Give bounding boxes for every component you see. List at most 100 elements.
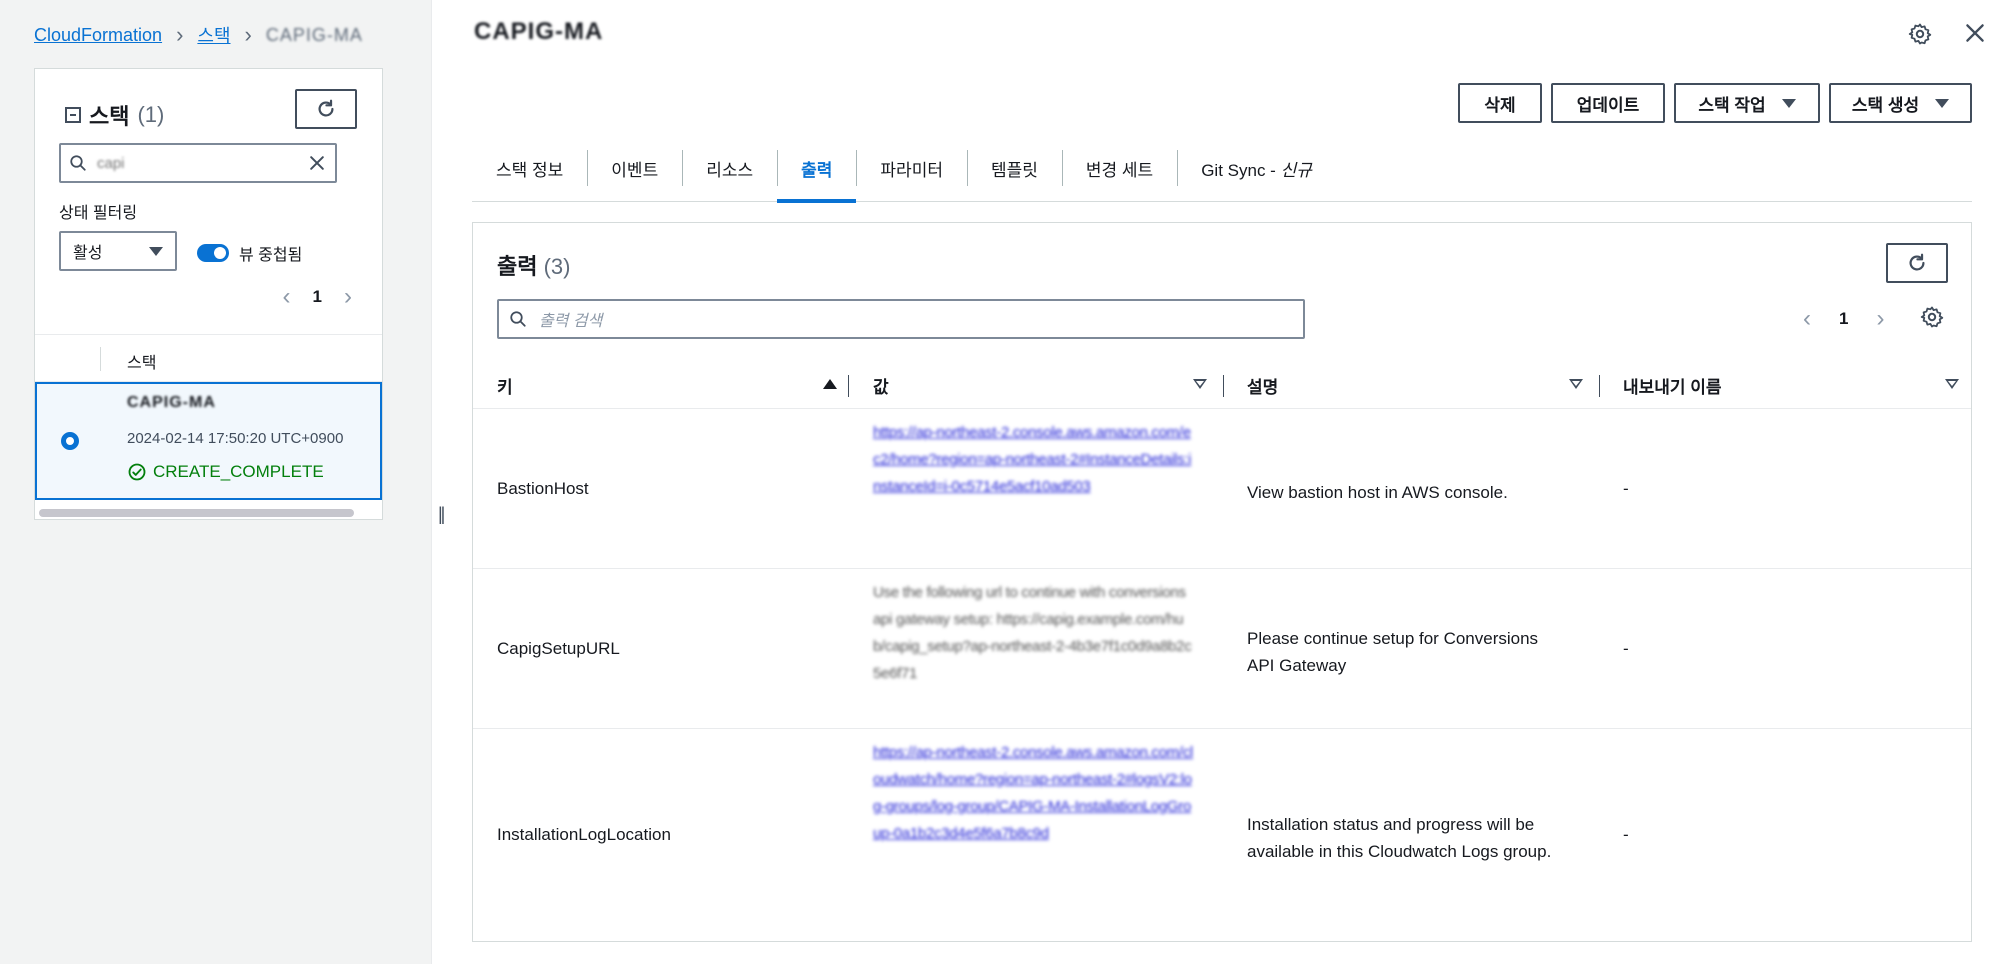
create-stack-button[interactable]: 스택 생성 [1829, 83, 1972, 123]
table-row: InstallationLogLocation https://ap-north… [473, 729, 1971, 941]
refresh-icon [1909, 253, 1925, 271]
delete-button[interactable]: 삭제 [1458, 83, 1542, 123]
gear-icon[interactable] [1908, 22, 1932, 46]
output-key: InstallationLogLocation [497, 825, 671, 844]
outputs-count: (3) [543, 254, 571, 279]
update-button[interactable]: 업데이트 [1551, 83, 1665, 123]
column-header-export-name[interactable]: 내보내기 이름 [1623, 373, 1722, 398]
tab-change-sets[interactable]: 변경 세트 [1061, 146, 1177, 202]
nested-view-label: 뷰 중첩됨 [239, 247, 303, 264]
caret-down-icon [1781, 98, 1796, 108]
caret-down-icon [1935, 98, 1950, 108]
stack-row[interactable]: CAPIG-MA 2024-02-14 17:50:20 UTC+0900 CR… [35, 382, 382, 500]
chevron-right-icon[interactable]: › [1876, 305, 1884, 333]
tab-template[interactable]: 템플릿 [966, 146, 1062, 202]
sort-icon[interactable] [1945, 379, 1959, 389]
close-icon[interactable] [1962, 20, 1988, 46]
outputs-title: 출력 [497, 254, 538, 279]
output-export-name: - [1623, 825, 1629, 844]
stack-tabs: 스택 정보 이벤트 리소스 출력 파라미터 템플릿 변경 세트 Git Sync… [472, 146, 1972, 203]
update-button-label: 업데이트 [1576, 95, 1640, 115]
sort-ascending-icon[interactable] [823, 379, 837, 389]
output-value-link[interactable]: https://ap-northeast-2.console.aws.amazo… [873, 739, 1193, 847]
column-divider[interactable] [848, 375, 849, 397]
sort-icon[interactable] [1569, 379, 1583, 389]
tab-resources[interactable]: 리소스 [682, 146, 777, 202]
refresh-stacks-button[interactable] [295, 89, 357, 129]
column-divider [100, 347, 101, 371]
tab-stack-info[interactable]: 스택 정보 [472, 146, 587, 202]
stacks-table-header: 스택 [35, 334, 382, 382]
stack-search-input[interactable]: capi [59, 143, 337, 183]
stacks-heading: 스택 (1) [65, 99, 164, 131]
tab-git-sync[interactable]: Git Sync - 신규 [1177, 146, 1336, 202]
chevron-right-icon[interactable]: › [344, 283, 352, 311]
horizontal-scrollbar[interactable] [39, 509, 354, 517]
output-export-name: - [1623, 639, 1629, 658]
create-stack-label: 스택 생성 [1851, 95, 1920, 115]
chevron-right-icon: › [244, 22, 252, 47]
refresh-icon [318, 99, 334, 117]
chevron-left-icon[interactable]: ‹ [1803, 305, 1811, 333]
nested-view-toggle-wrap: 뷰 중첩됨 [197, 241, 302, 265]
clear-icon[interactable] [307, 153, 327, 173]
outputs-heading: 출력 (3) [497, 249, 571, 281]
page-title: CAPIG-MA [474, 18, 604, 45]
outputs-table-header: 키 값 설명 내보내기 이름 [473, 363, 1971, 409]
outputs-container: 출력 (3) 출력 검색 ‹ 1 › 키 값 설명 내보내기 이름 Bastio… [472, 222, 1972, 942]
stack-name-link[interactable]: CAPIG-MA [127, 394, 216, 412]
tab-outputs[interactable]: 출력 [777, 146, 857, 203]
stack-status-text: CREATE_COMPLETE [153, 462, 324, 481]
outputs-search-input[interactable]: 출력 검색 [497, 299, 1305, 339]
refresh-outputs-button[interactable] [1886, 243, 1948, 283]
search-icon [510, 311, 526, 327]
table-row: BastionHost https://ap-northeast-2.conso… [473, 409, 1971, 569]
delete-button-label: 삭제 [1484, 95, 1516, 115]
stack-actions-button[interactable]: 스택 작업 [1674, 83, 1820, 123]
table-row: CapigSetupURL Use the following url to c… [473, 569, 1971, 729]
column-header-description[interactable]: 설명 [1247, 373, 1278, 398]
status-filter-label: 상태 필터링 [59, 205, 138, 222]
sort-icon[interactable] [1193, 379, 1207, 389]
chevron-right-icon: › [176, 22, 184, 47]
stacks-page-number[interactable]: 1 [313, 287, 322, 307]
nested-view-toggle[interactable] [197, 244, 229, 262]
column-divider[interactable] [1223, 375, 1224, 397]
check-circle-icon [128, 463, 146, 481]
column-header-key[interactable]: 키 [497, 373, 513, 398]
stacks-column-label: 스택 [127, 355, 157, 372]
collapse-icon[interactable] [65, 107, 81, 123]
outputs-page-number[interactable]: 1 [1839, 309, 1848, 329]
breadcrumb-cloudformation-link[interactable]: CloudFormation [34, 25, 162, 46]
chevron-left-icon[interactable]: ‹ [283, 283, 291, 311]
stack-search-value: capi [97, 154, 125, 172]
status-filter-select[interactable]: 활성 [59, 231, 177, 271]
outputs-pagination: ‹ 1 › [1803, 305, 1884, 333]
output-value-link[interactable]: https://ap-northeast-2.console.aws.amazo… [873, 419, 1193, 500]
search-icon [70, 155, 86, 171]
output-value[interactable]: Use the following url to continue with c… [873, 579, 1193, 687]
status-filter-value: 활성 [73, 245, 103, 262]
stack-created-date: 2024-02-14 17:50:20 UTC+0900 [127, 430, 344, 447]
tab-git-sync-new-badge: 신규 [1280, 161, 1312, 180]
output-export-name: - [1623, 479, 1629, 498]
column-divider[interactable] [1599, 375, 1600, 397]
stacks-count: (1) [137, 102, 165, 127]
stack-list-panel: CloudFormation › 스택 › CAPIG-MA 스택 (1) ca… [0, 0, 432, 964]
output-key: BastionHost [497, 479, 589, 498]
tab-parameters[interactable]: 파라미터 [856, 146, 967, 202]
stacks-container: 스택 (1) capi 상태 필터링 활성 뷰 중첩됨 ‹ 1 › 스택 CAP… [34, 68, 383, 520]
breadcrumb-current: CAPIG-MA [265, 24, 363, 45]
stack-radio[interactable] [61, 432, 79, 450]
tab-events[interactable]: 이벤트 [587, 146, 682, 202]
column-header-value[interactable]: 값 [873, 373, 889, 398]
table-settings-gear-icon[interactable] [1920, 305, 1944, 329]
stack-actions-label: 스택 작업 [1698, 95, 1766, 115]
breadcrumb-stacks-link[interactable]: 스택 [197, 22, 230, 48]
breadcrumb: CloudFormation › 스택 › CAPIG-MA [34, 22, 363, 48]
panel-resize-handle[interactable]: || [438, 504, 446, 525]
output-description: View bastion host in AWS console. [1247, 483, 1508, 502]
outputs-search-placeholder: 출력 검색 [539, 313, 603, 330]
output-description: Installation status and progress will be… [1247, 815, 1552, 861]
output-description: Please continue setup for Conversions AP… [1247, 629, 1539, 675]
